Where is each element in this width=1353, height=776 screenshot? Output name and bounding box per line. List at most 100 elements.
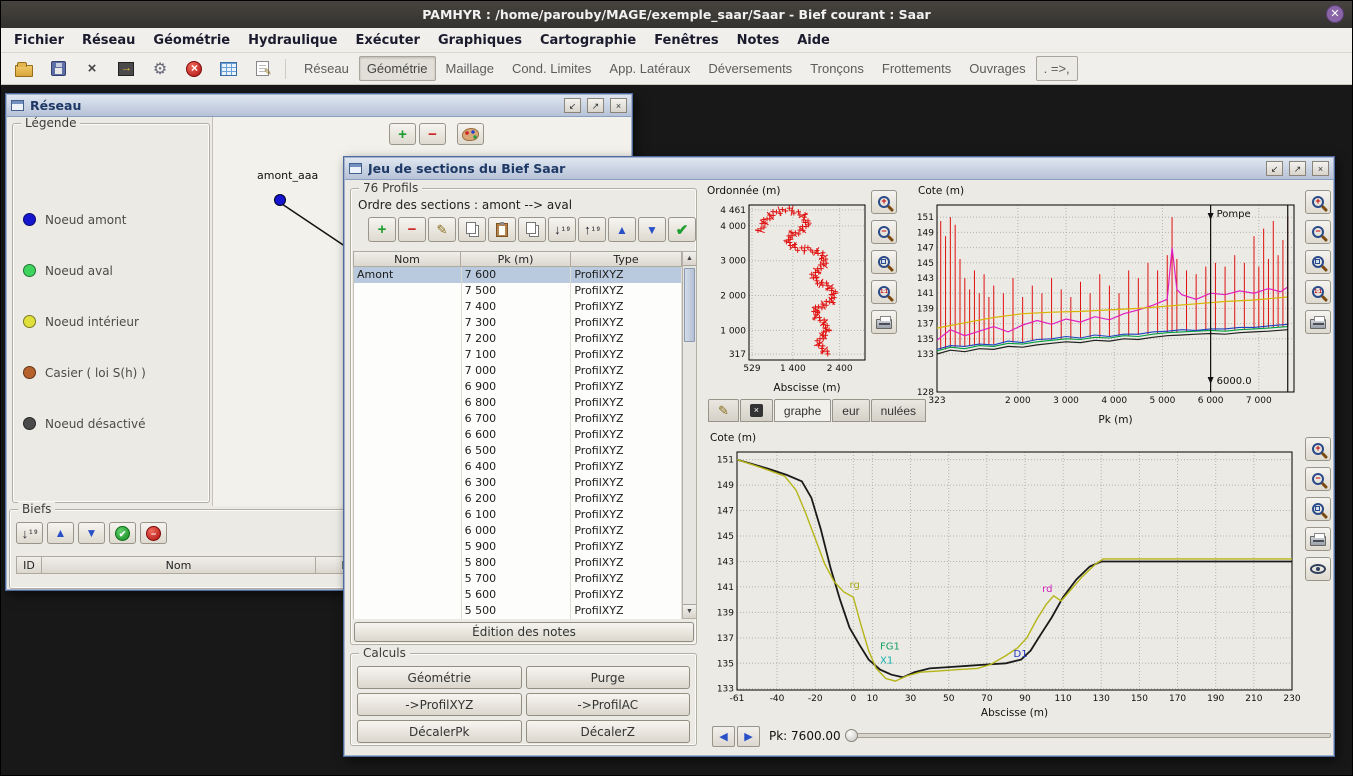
toolbar-misc[interactable]: . =>, bbox=[1036, 56, 1078, 81]
menu-fenetres[interactable]: Fenêtres bbox=[645, 30, 727, 51]
table-row[interactable]: 6 300ProfilXYZ bbox=[354, 475, 682, 491]
cross-section-chart[interactable]: -61-40-200103050709011013015017019021023… bbox=[708, 429, 1300, 721]
calc-profilxyz-button[interactable]: ->ProfilXYZ bbox=[357, 693, 522, 716]
toolbar-open-button[interactable] bbox=[11, 56, 37, 82]
table-row[interactable]: 7 400ProfilXYZ bbox=[354, 299, 682, 315]
next-profile-button[interactable]: ▶ bbox=[737, 726, 760, 747]
menu-graphiques[interactable]: Graphiques bbox=[429, 30, 531, 51]
scroll-down-icon[interactable]: ▼ bbox=[683, 604, 696, 618]
column-header-type[interactable]: Type bbox=[571, 251, 682, 267]
profils-copy-button[interactable] bbox=[458, 217, 486, 242]
menu-fichier[interactable]: Fichier bbox=[5, 30, 73, 51]
table-row[interactable]: 5 700ProfilXYZ bbox=[354, 571, 682, 587]
menu-cartographie[interactable]: Cartographie bbox=[531, 30, 645, 51]
menu-executer[interactable]: Exécuter bbox=[346, 30, 429, 51]
pk-slider-handle[interactable] bbox=[845, 729, 858, 742]
table-row[interactable]: 6 800ProfilXYZ bbox=[354, 395, 682, 411]
previous-profile-button[interactable]: ◀ bbox=[712, 726, 735, 747]
scroll-up-icon[interactable]: ▲ bbox=[683, 252, 696, 266]
canvas-palette-button[interactable] bbox=[457, 123, 484, 145]
long-chart-svg[interactable]: 3232 0003 0004 0005 0006 0007 0001511491… bbox=[916, 182, 1304, 428]
table-row[interactable]: 7 000ProfilXYZ bbox=[354, 363, 682, 379]
profils-stack-button[interactable] bbox=[518, 217, 546, 242]
table-row[interactable]: 7 200ProfilXYZ bbox=[354, 331, 682, 347]
calc-geometrie-button[interactable]: Géométrie bbox=[357, 666, 522, 689]
long-zoom-region-button[interactable] bbox=[1305, 250, 1331, 274]
table-row[interactable]: 7 300ProfilXYZ bbox=[354, 315, 682, 331]
frame-maximize-icon[interactable]: ↗ bbox=[1289, 161, 1306, 176]
table-row[interactable]: 6 000ProfilXYZ bbox=[354, 523, 682, 539]
plan-chart-svg[interactable]: 5291 4002 4004 4614 0003 0002 0001 00031… bbox=[705, 182, 871, 396]
toolbar-close-button[interactable]: × bbox=[79, 56, 105, 82]
plan-zoom-region-button[interactable] bbox=[871, 250, 897, 274]
plan-print-button[interactable] bbox=[871, 310, 897, 334]
table-row[interactable]: 6 100ProfilXYZ bbox=[354, 507, 682, 523]
toolbar-cond-limites[interactable]: Cond. Limites bbox=[504, 56, 599, 81]
scrollbar-thumb[interactable] bbox=[684, 268, 695, 342]
profils-paste-button[interactable] bbox=[488, 217, 516, 242]
table-row[interactable]: 7 500ProfilXYZ bbox=[354, 283, 682, 299]
biefs-sort-button[interactable]: ↓1 9 bbox=[16, 522, 43, 544]
toolbar-notes-button[interactable] bbox=[249, 56, 275, 82]
tab-eur[interactable]: eur bbox=[832, 399, 869, 422]
biefs-disable-button[interactable]: − bbox=[140, 522, 167, 544]
biefs-column-id[interactable]: ID bbox=[16, 556, 42, 574]
table-row[interactable]: 5 600ProfilXYZ bbox=[354, 587, 682, 603]
table-row[interactable]: 5 800ProfilXYZ bbox=[354, 555, 682, 571]
toolbar-maillage[interactable]: Maillage bbox=[438, 56, 502, 81]
cross-zoom-out-button[interactable]: − bbox=[1305, 467, 1331, 491]
toolbar-troncons[interactable]: Tronçons bbox=[802, 56, 872, 81]
edit-notes-button[interactable]: Édition des notes bbox=[354, 622, 694, 642]
canvas-remove-button[interactable]: − bbox=[419, 123, 446, 145]
calc-decalerpk-button[interactable]: DécalerPk bbox=[357, 720, 522, 743]
profils-move-up-button[interactable]: ▲ bbox=[608, 217, 636, 242]
toolbar-save-button[interactable] bbox=[45, 56, 71, 82]
profils-apply-button[interactable]: ✔ bbox=[668, 217, 696, 242]
frame-close-icon[interactable]: × bbox=[1312, 161, 1329, 176]
table-row[interactable]: 6 200ProfilXYZ bbox=[354, 491, 682, 507]
table-row[interactable]: 5 500ProfilXYZ bbox=[354, 603, 682, 619]
table-row[interactable]: 6 900ProfilXYZ bbox=[354, 379, 682, 395]
calc-profilac-button[interactable]: ->ProfilAC bbox=[526, 693, 691, 716]
toolbar-settings-button[interactable]: ⚙ bbox=[147, 56, 173, 82]
toolbar-reseau[interactable]: Réseau bbox=[296, 56, 357, 81]
longitudinal-profile-chart[interactable]: 3232 0003 0004 0005 0006 0007 0001511491… bbox=[916, 182, 1304, 428]
plan-zoom-out-button[interactable]: − bbox=[871, 220, 897, 244]
pk-slider-track[interactable] bbox=[845, 733, 1331, 738]
toolbar-stop-button[interactable] bbox=[181, 56, 207, 82]
biefs-enable-button[interactable]: ✔ bbox=[109, 522, 136, 544]
tab-edit-icon[interactable]: ✎ bbox=[708, 399, 739, 422]
toolbar-export-button[interactable] bbox=[113, 56, 139, 82]
long-zoom-out-button[interactable]: − bbox=[1305, 220, 1331, 244]
frame-restore-icon[interactable]: ↙ bbox=[564, 98, 581, 113]
toolbar-geometrie[interactable]: Géométrie bbox=[359, 56, 436, 81]
profils-move-down-button[interactable]: ▼ bbox=[638, 217, 666, 242]
toolbar-deversements[interactable]: Déversements bbox=[700, 56, 800, 81]
column-header-nom[interactable]: Nom bbox=[353, 251, 461, 267]
biefs-column-nom[interactable]: Nom bbox=[42, 556, 316, 574]
calc-purge-button[interactable]: Purge bbox=[526, 666, 691, 689]
table-row[interactable]: 6 400ProfilXYZ bbox=[354, 459, 682, 475]
cross-zoom-region-button[interactable] bbox=[1305, 497, 1331, 521]
table-row[interactable]: 6 500ProfilXYZ bbox=[354, 443, 682, 459]
profils-add-button[interactable]: + bbox=[368, 217, 396, 242]
tab-clear-icon[interactable]: × bbox=[740, 399, 773, 422]
table-row[interactable]: 6 700ProfilXYZ bbox=[354, 411, 682, 427]
cross-zoom-in-button[interactable]: + bbox=[1305, 437, 1331, 461]
toolbar-app-lateraux[interactable]: App. Latéraux bbox=[601, 56, 698, 81]
toolbar-table-button[interactable] bbox=[215, 56, 241, 82]
reseau-window-titlebar[interactable]: Réseau ↙ ↗ × bbox=[7, 95, 631, 117]
toolbar-ouvrages[interactable]: Ouvrages bbox=[961, 56, 1033, 81]
column-header-pk-m[interactable]: Pk (m) bbox=[461, 251, 571, 267]
plan-zoom-in-button[interactable]: + bbox=[871, 190, 897, 214]
table-row[interactable]: 6 600ProfilXYZ bbox=[354, 427, 682, 443]
canvas-add-button[interactable]: + bbox=[389, 123, 416, 145]
long-print-button[interactable] bbox=[1305, 310, 1331, 334]
profils-remove-button[interactable]: − bbox=[398, 217, 426, 242]
table-row[interactable]: 5 900ProfilXYZ bbox=[354, 539, 682, 555]
window-close-button[interactable]: ✕ bbox=[1326, 5, 1344, 23]
long-zoom-orig-button[interactable]: 1:1 bbox=[1305, 280, 1331, 304]
profils-scrollbar[interactable]: ▲ ▼ bbox=[682, 251, 697, 619]
profils-edit-button[interactable]: ✎ bbox=[428, 217, 456, 242]
cross-eye-button[interactable] bbox=[1305, 557, 1331, 581]
